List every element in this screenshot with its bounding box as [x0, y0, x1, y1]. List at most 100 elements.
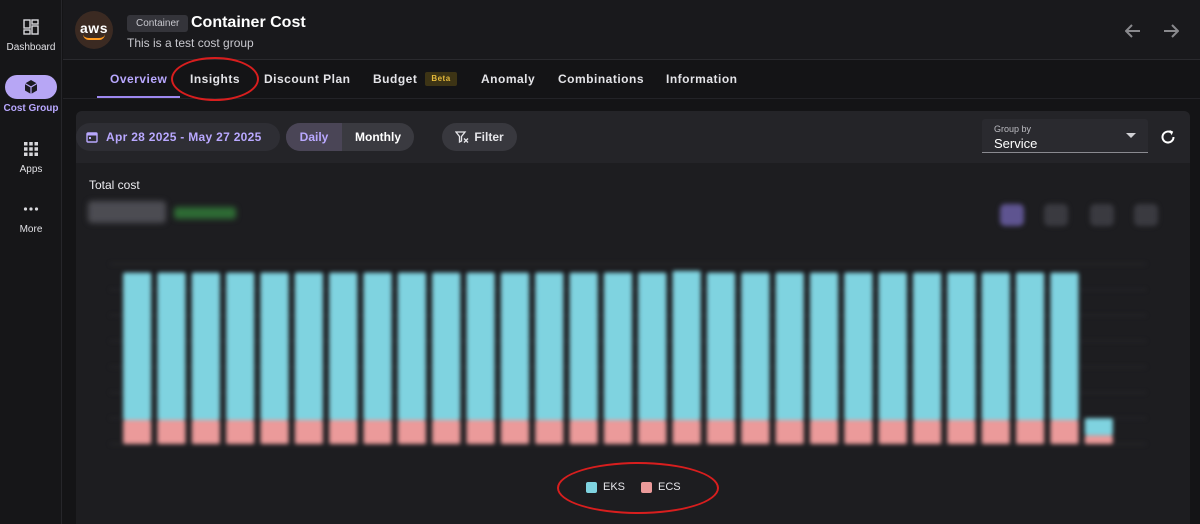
cost-bar-chart	[110, 263, 1146, 445]
bar-eks-27[interactable]	[1016, 272, 1045, 420]
filter-button[interactable]: Filter	[442, 123, 517, 151]
bar-ecs-1[interactable]	[123, 420, 152, 444]
bar-eks-23[interactable]	[878, 272, 907, 420]
bar-ecs-5[interactable]	[260, 420, 289, 444]
bar-eks-12[interactable]	[500, 272, 530, 420]
bar-ecs-6[interactable]	[294, 420, 323, 444]
tab-information[interactable]: Information	[666, 61, 738, 99]
bar-eks-22[interactable]	[844, 272, 873, 420]
bar-ecs-22[interactable]	[844, 420, 873, 444]
aws-logo: aws	[75, 11, 113, 49]
bar-eks-24[interactable]	[913, 272, 942, 420]
bar-ecs-13[interactable]	[535, 420, 564, 444]
back-arrow-icon[interactable]	[1124, 22, 1142, 40]
overview-panel: Apr 28 2025 - May 27 2025 Daily Monthly …	[76, 111, 1190, 524]
bar-eks-14[interactable]	[569, 272, 598, 420]
monthly-option[interactable]: Monthly	[342, 123, 414, 151]
sidebar-item-dashboard[interactable]: Dashboard	[0, 16, 62, 53]
bar-eks-6[interactable]	[294, 272, 323, 420]
bar-ecs-28[interactable]	[1050, 420, 1079, 444]
sidebar-item-more[interactable]: More	[0, 198, 62, 235]
bar-eks-18[interactable]	[706, 272, 736, 420]
bar-ecs-25[interactable]	[947, 420, 976, 444]
bar-eks-2[interactable]	[157, 272, 186, 420]
bar-ecs-7[interactable]	[329, 420, 358, 444]
bar-ecs-29[interactable]	[1084, 435, 1113, 444]
bar-ecs-18[interactable]	[706, 420, 736, 444]
tab-overview[interactable]: Overview	[96, 61, 181, 99]
tab-discount-plan[interactable]: Discount Plan	[264, 61, 351, 99]
bar-ecs-23[interactable]	[878, 420, 907, 444]
bar-eks-4[interactable]	[226, 272, 255, 420]
bar-ecs-16[interactable]	[638, 420, 667, 444]
apps-grid-icon	[15, 138, 47, 160]
bar-eks-7[interactable]	[329, 272, 358, 420]
bar-ecs-10[interactable]	[432, 420, 461, 444]
bar-ecs-11[interactable]	[466, 420, 495, 444]
bar-eks-11[interactable]	[466, 272, 495, 420]
bar-eks-28[interactable]	[1050, 272, 1079, 420]
bar-eks-5[interactable]	[260, 272, 289, 420]
bar-ecs-12[interactable]	[500, 420, 530, 444]
bar-eks-29[interactable]	[1084, 418, 1113, 436]
sidebar-item-cost-group[interactable]: Cost Group	[0, 75, 62, 114]
sidebar-item-label: More	[19, 224, 43, 235]
chart-download-button[interactable]	[1134, 204, 1158, 226]
bar-ecs-27[interactable]	[1016, 420, 1045, 444]
chart-legend: EKS ECS	[586, 481, 697, 493]
group-by-select[interactable]: Group by Service	[982, 119, 1148, 153]
bar-eks-10[interactable]	[432, 272, 461, 420]
refresh-button[interactable]	[1158, 127, 1178, 147]
beta-badge: Beta	[425, 71, 457, 86]
bar-eks-1[interactable]	[123, 272, 152, 420]
sidebar-item-apps[interactable]: Apps	[0, 138, 62, 175]
date-range-picker[interactable]: Apr 28 2025 - May 27 2025	[76, 123, 280, 151]
total-cost-label: Total cost	[89, 178, 140, 192]
bar-ecs-19[interactable]	[741, 420, 770, 444]
tab-insights[interactable]: Insights	[190, 61, 240, 99]
dashboard-icon	[15, 16, 47, 38]
bar-eks-8[interactable]	[363, 272, 392, 420]
bar-ecs-14[interactable]	[569, 420, 598, 444]
bar-ecs-8[interactable]	[363, 420, 392, 444]
bar-eks-20[interactable]	[775, 272, 804, 420]
bar-ecs-24[interactable]	[913, 420, 942, 444]
group-by-label: Group by	[994, 124, 1032, 134]
bar-eks-19[interactable]	[741, 272, 770, 420]
bar-ecs-3[interactable]	[191, 420, 220, 444]
more-dots-icon	[15, 198, 47, 220]
bar-eks-25[interactable]	[947, 272, 976, 420]
bar-ecs-26[interactable]	[981, 420, 1010, 444]
bar-ecs-15[interactable]	[603, 420, 633, 444]
bar-eks-16[interactable]	[638, 272, 667, 420]
bar-eks-15[interactable]	[603, 272, 633, 420]
tab-budget[interactable]: Budget Beta	[373, 61, 457, 99]
bar-eks-26[interactable]	[981, 272, 1010, 420]
bar-eks-9[interactable]	[397, 272, 427, 420]
bar-ecs-20[interactable]	[775, 420, 804, 444]
bar-ecs-9[interactable]	[397, 420, 427, 444]
sidebar-item-label: Cost Group	[3, 103, 59, 114]
bar-eks-17[interactable]	[672, 270, 701, 420]
bar-ecs-17[interactable]	[672, 420, 701, 444]
tab-label: Budget	[373, 72, 418, 86]
chart-type-table-button[interactable]	[1090, 204, 1114, 226]
chart-type-line-button[interactable]	[1044, 204, 1068, 226]
daily-option[interactable]: Daily	[286, 123, 342, 151]
bar-eks-13[interactable]	[535, 272, 564, 420]
tab-anomaly[interactable]: Anomaly	[481, 61, 535, 99]
legend-item-ecs[interactable]: ECS	[641, 481, 681, 493]
page-subtitle: This is a test cost group	[127, 36, 254, 50]
chart-type-bar-button[interactable]	[1000, 204, 1024, 226]
tab-combinations[interactable]: Combinations	[558, 61, 644, 99]
forward-arrow-icon[interactable]	[1162, 22, 1180, 40]
cost-chart	[76, 256, 1190, 466]
bar-ecs-4[interactable]	[226, 420, 255, 444]
bar-ecs-2[interactable]	[157, 420, 186, 444]
bar-eks-21[interactable]	[809, 272, 839, 420]
legend-item-eks[interactable]: EKS	[586, 481, 625, 493]
aws-smile-icon	[83, 34, 105, 40]
bar-eks-3[interactable]	[191, 272, 220, 420]
type-badge: Container	[127, 15, 189, 32]
bar-ecs-21[interactable]	[809, 420, 839, 444]
